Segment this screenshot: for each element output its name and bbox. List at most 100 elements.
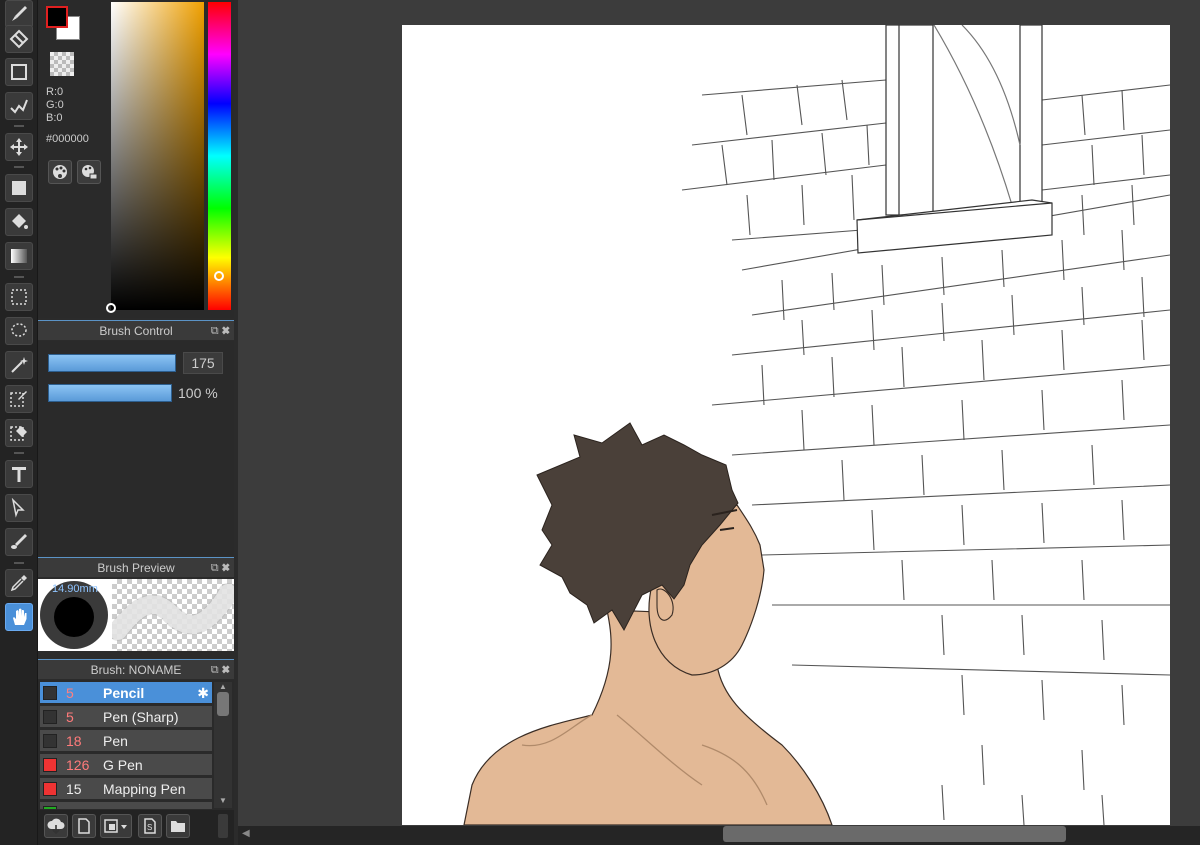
gradient-tool[interactable] [5,242,33,270]
brush-item[interactable]: 126 G Pen [40,754,212,776]
brush-item[interactable]: 5 Pencil ✱ [40,682,212,704]
brush-tip-preview: 14.90mm [38,579,112,651]
fill-rect-icon [12,181,26,195]
brush-item[interactable]: 15 Mapping Pen [40,778,212,800]
brush-stroke-preview [108,579,238,651]
eraser-icon [9,29,29,49]
popout-icon[interactable]: ⧉ [211,325,219,337]
brush-name: Pen (Sharp) [103,709,179,725]
popout-icon[interactable]: ⧉ [211,664,219,676]
lasso-tool[interactable] [5,317,33,345]
saturation-value-picker[interactable] [111,2,204,310]
script-brush-button[interactable]: S [138,814,162,838]
palette-button[interactable] [48,160,72,184]
brush-name: G Pen [103,757,143,773]
brush-size: 18 [66,733,82,749]
select-pen-tool[interactable] [5,385,33,413]
hue-slider-handle[interactable] [214,271,224,281]
magic-wand-icon [11,357,28,373]
brush-size-mm: 14.90mm [52,583,98,595]
move-tool[interactable] [5,133,33,161]
hand-icon [13,608,27,625]
bucket-icon [12,214,28,229]
scroll-left-icon[interactable]: ◀ [242,828,250,839]
brush-size-value[interactable]: 175 [183,352,223,374]
select-eraser-tool[interactable] [5,419,33,447]
brush-color-swatch [43,758,57,772]
brush-stroke-graphic [108,583,238,641]
rectangle-tool[interactable] [5,58,33,86]
close-icon[interactable]: ✖ [222,325,230,337]
brush-item[interactable]: 5 Pen (Sharp) [40,706,212,728]
operation-tool[interactable] [5,494,33,522]
brush-preview-header: Brush Preview ⧉ ✖ [38,557,234,577]
fill-rect-tool[interactable] [5,174,33,202]
close-icon[interactable]: ✖ [222,664,230,676]
panel-controls: ⧉ ✖ [211,321,230,341]
pen-stroke-tool[interactable] [5,92,33,120]
folder-icon [171,821,185,832]
color-panel: R:0 G:0 B:0 #000000 [38,0,234,318]
brush-color-swatch [43,782,57,796]
brush-color-swatch [43,710,57,724]
panel-controls: ⧉ ✖ [211,660,230,680]
drawing-canvas[interactable] [402,25,1170,825]
resize-handle[interactable] [218,814,228,838]
toolbar-separator [14,562,24,564]
hand-tool[interactable] [5,603,33,631]
brush-name: Pen [103,733,128,749]
open-folder-button[interactable] [166,814,190,838]
popout-icon[interactable]: ⧉ [211,562,219,574]
select-eraser-icon [10,426,27,441]
toolbar-separator [14,452,24,454]
select-pen-icon [10,391,27,407]
brush-control-header: Brush Control ⧉ ✖ [38,320,234,340]
eraser-tool[interactable] [5,25,33,53]
new-brush-button[interactable] [72,814,96,838]
palette-settings-icon [82,165,98,180]
blur-tool[interactable] [5,528,33,556]
blue-value: B:0 [46,112,63,124]
transparent-color-swatch[interactable] [50,52,74,76]
eyedropper-tool[interactable] [5,569,33,597]
bucket-tool[interactable] [5,208,33,236]
text-icon [12,467,26,482]
gear-icon[interactable]: ✱ [197,682,209,704]
toolbar [0,0,38,845]
cloud-brush-button[interactable] [44,814,68,838]
blur-icon [11,534,27,549]
close-icon[interactable]: ✖ [222,562,230,574]
magic-wand-tool[interactable] [5,351,33,379]
brush-opacity-slider[interactable] [48,384,172,402]
brush-item-partial[interactable] [40,802,212,810]
brush-type-dropdown[interactable] [100,814,132,838]
new-file-icon [78,818,90,834]
hex-value: #000000 [46,133,89,145]
brush-list-scrollbar[interactable]: ▲ ▼ [214,682,232,808]
brush-list-header: Brush: NONAME ⧉ ✖ [38,659,234,679]
artwork [463,25,1170,825]
scroll-up-icon[interactable]: ▲ [219,682,227,691]
toolbar-separator [14,125,24,127]
brush-color-swatch [43,734,57,748]
scroll-down-icon[interactable]: ▼ [219,796,227,805]
rect-select-tool[interactable] [5,283,33,311]
palette-icon [53,165,67,179]
brush-size-slider[interactable] [48,354,176,372]
brush-control-title: Brush Control [99,324,173,338]
palette-settings-button[interactable] [77,160,101,184]
cloud-download-icon [47,818,65,835]
brush-list-scroll-thumb[interactable] [217,692,229,716]
horizontal-scroll-thumb[interactable] [723,826,1066,842]
text-tool[interactable] [5,460,33,488]
brush-tool[interactable] [5,0,33,28]
brush-color-swatch [43,686,57,700]
character [463,422,833,825]
brush-name: Mapping Pen [103,781,186,797]
hue-slider[interactable] [208,2,231,310]
sv-picker-handle[interactable] [106,303,116,313]
foreground-color-swatch[interactable] [46,6,68,28]
brush-item[interactable]: 18 Pen [40,730,212,752]
rect-select-icon [11,289,27,305]
eyedropper-icon [10,575,27,592]
